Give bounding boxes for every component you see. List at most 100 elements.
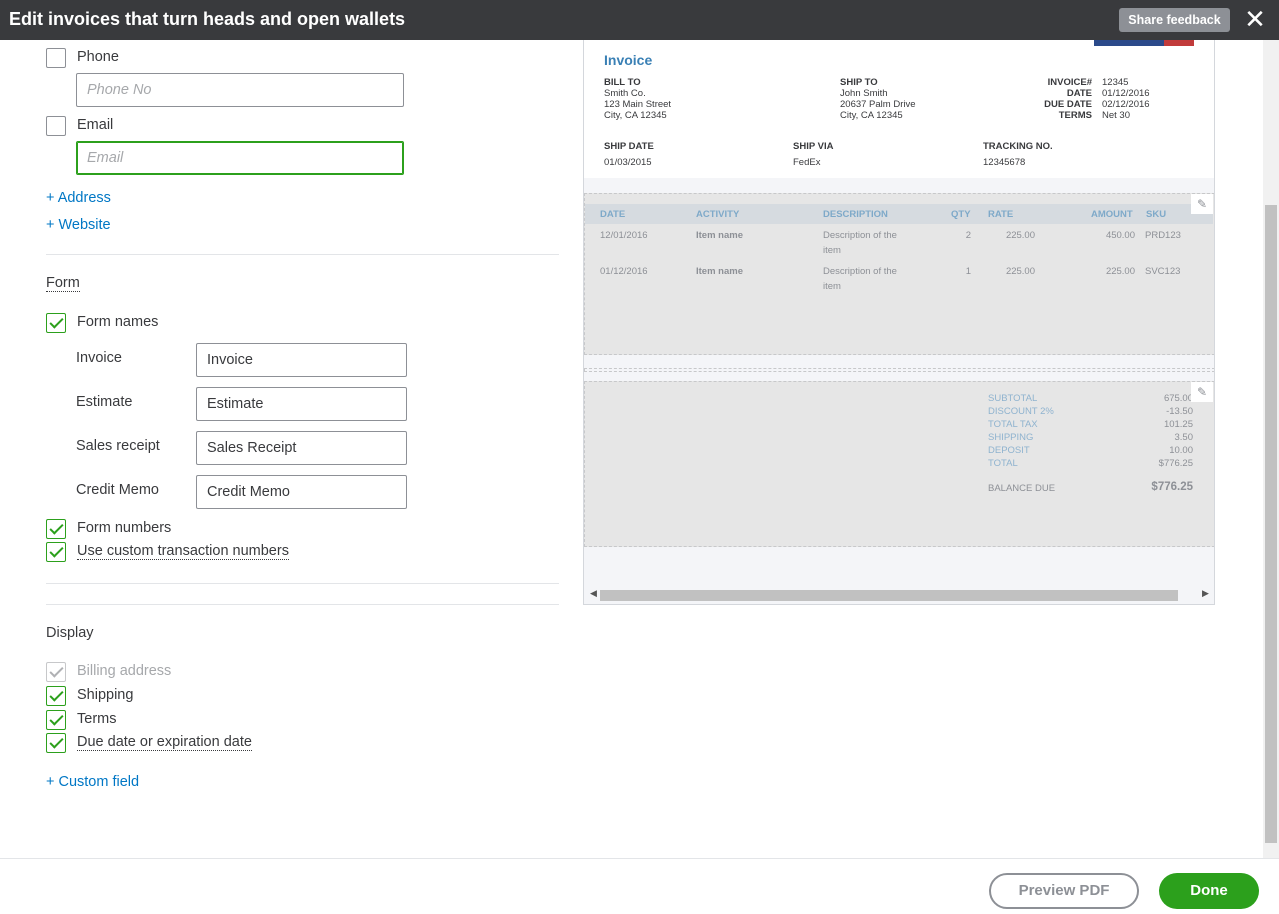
credit-memo-name-label: Credit Memo — [76, 482, 159, 498]
column-header: DATE — [600, 209, 626, 220]
scrollbar-thumb[interactable] — [600, 590, 1178, 601]
form-numbers-checkbox[interactable] — [46, 519, 66, 539]
total-value: 675.00 — [1163, 393, 1193, 404]
estimate-name-input[interactable]: Estimate — [196, 387, 407, 421]
sales-receipt-name-label: Sales receipt — [76, 438, 160, 454]
total-value: -13.50 — [1166, 406, 1193, 417]
form-section-title[interactable]: Form — [46, 275, 80, 292]
row-description: item — [823, 281, 841, 292]
company-logo — [1094, 40, 1194, 46]
total-label: TOTAL TAX — [988, 419, 1038, 430]
invoice-preview: Invoice BILL TO Smith Co. 123 Main Stree… — [583, 40, 1215, 605]
edit-pencil-icon[interactable]: ✎ — [1191, 194, 1213, 214]
column-header: AMOUNT — [1091, 209, 1133, 220]
bill-to-heading: BILL TO — [604, 77, 641, 88]
add-website-link[interactable]: + Website — [46, 217, 111, 233]
terms-checkbox[interactable] — [46, 710, 66, 730]
ship-date-label: SHIP DATE — [604, 141, 654, 152]
column-header: ACTIVITY — [696, 209, 740, 220]
column-header: DESCRIPTION — [823, 209, 888, 220]
vertical-scrollbar[interactable] — [1263, 40, 1279, 858]
sales-receipt-name-input[interactable]: Sales Receipt — [196, 431, 407, 465]
line-items-section[interactable]: DATE ACTIVITY DESCRIPTION QTY RATE AMOUN… — [584, 193, 1214, 355]
tracking-label: TRACKING NO. — [983, 141, 1053, 152]
bill-to-line: Smith Co. — [604, 88, 646, 99]
invoice-title: Invoice — [604, 52, 653, 68]
shipping-checkbox[interactable] — [46, 686, 66, 706]
row-description: item — [823, 245, 841, 256]
scrollbar-thumb[interactable] — [1265, 205, 1277, 843]
divider — [46, 583, 559, 584]
row-qty: 1 — [965, 266, 971, 277]
due-date-value: 02/12/2016 — [1102, 99, 1150, 110]
row-qty: 2 — [965, 230, 971, 241]
invoice-name-input[interactable]: Invoice — [196, 343, 407, 377]
custom-numbers-checkbox[interactable] — [46, 542, 66, 562]
add-custom-field-link[interactable]: + Custom field — [46, 774, 139, 790]
bill-to-line: 123 Main Street — [604, 99, 672, 110]
row-activity: Item name — [696, 266, 743, 277]
row-rate: 225.00 — [1005, 266, 1035, 277]
row-description: Description of the — [823, 230, 897, 241]
invoice-header-section: Invoice BILL TO Smith Co. 123 Main Stree… — [584, 40, 1214, 178]
edit-pencil-icon[interactable]: ✎ — [1191, 382, 1213, 402]
terms-value: Net 30 — [1102, 110, 1130, 121]
column-header: QTY — [951, 209, 971, 220]
email-input[interactable]: Email — [76, 141, 404, 175]
ship-to-line: 20637 Palm Drive — [840, 99, 916, 110]
divider — [46, 604, 559, 605]
ship-via-value: FedEx — [793, 157, 821, 168]
due-date-label[interactable]: Due date or expiration date — [77, 734, 252, 751]
preview-pdf-button[interactable]: Preview PDF — [989, 873, 1139, 909]
phone-checkbox[interactable] — [46, 48, 66, 68]
custom-numbers-label[interactable]: Use custom transaction numbers — [77, 543, 289, 560]
dialog-footer: Preview PDF Done — [0, 858, 1279, 914]
total-label: SUBTOTAL — [988, 393, 1038, 404]
total-value: $776.25 — [1158, 458, 1193, 469]
shipping-label: Shipping — [77, 687, 134, 703]
scroll-left-icon[interactable]: ◀ — [590, 588, 597, 599]
due-date-checkbox[interactable] — [46, 733, 66, 753]
dialog-header: Edit invoices that turn heads and open w… — [0, 0, 1279, 40]
phone-input[interactable]: Phone No — [76, 73, 404, 107]
row-sku: PRD123 — [1145, 230, 1181, 241]
add-address-link[interactable]: + Address — [46, 190, 111, 206]
form-names-label: Form names — [77, 314, 159, 330]
close-icon[interactable]: ✕ — [1243, 6, 1267, 34]
total-value: 3.50 — [1174, 432, 1194, 443]
bill-to-line: City, CA 12345 — [604, 110, 667, 121]
row-description: Description of the — [823, 266, 897, 277]
section-separator — [584, 368, 1214, 372]
horizontal-scrollbar[interactable]: ◀ ▶ — [584, 585, 1214, 603]
row-amount: 225.00 — [1105, 266, 1135, 277]
row-amount: 450.00 — [1105, 230, 1135, 241]
ship-to-line: John Smith — [840, 88, 888, 99]
invoice-number-label: INVOICE# — [1047, 77, 1092, 88]
billing-address-checkbox — [46, 662, 66, 682]
form-names-checkbox[interactable] — [46, 313, 66, 333]
total-label: DEPOSIT — [988, 445, 1030, 456]
done-button[interactable]: Done — [1159, 873, 1259, 909]
scroll-right-icon[interactable]: ▶ — [1202, 588, 1209, 599]
tracking-value: 12345678 — [983, 157, 1026, 168]
share-feedback-button[interactable]: Share feedback — [1119, 8, 1230, 32]
dialog-title: Edit invoices that turn heads and open w… — [9, 9, 406, 29]
email-checkbox[interactable] — [46, 116, 66, 136]
row-date: 01/12/2016 — [600, 266, 648, 277]
column-header: RATE — [988, 209, 1014, 220]
phone-label: Phone — [77, 49, 119, 65]
row-date: 12/01/2016 — [600, 230, 648, 241]
row-activity: Item name — [696, 230, 743, 241]
ship-to-heading: SHIP TO — [840, 77, 878, 88]
ship-to-line: City, CA 12345 — [840, 110, 903, 121]
row-sku: SVC123 — [1145, 266, 1181, 277]
invoice-number-value: 12345 — [1102, 77, 1129, 88]
terms-label: TERMS — [1058, 110, 1092, 121]
credit-memo-name-input[interactable]: Credit Memo — [196, 475, 407, 509]
total-value: 101.25 — [1163, 419, 1193, 430]
display-section-title: Display — [46, 625, 94, 641]
balance-due-value: $776.25 — [1151, 481, 1193, 493]
form-numbers-label: Form numbers — [77, 520, 172, 536]
totals-section[interactable]: SUBTOTAL 675.00 DISCOUNT 2% -13.50 TOTAL… — [584, 381, 1214, 547]
total-label: TOTAL — [988, 458, 1018, 469]
